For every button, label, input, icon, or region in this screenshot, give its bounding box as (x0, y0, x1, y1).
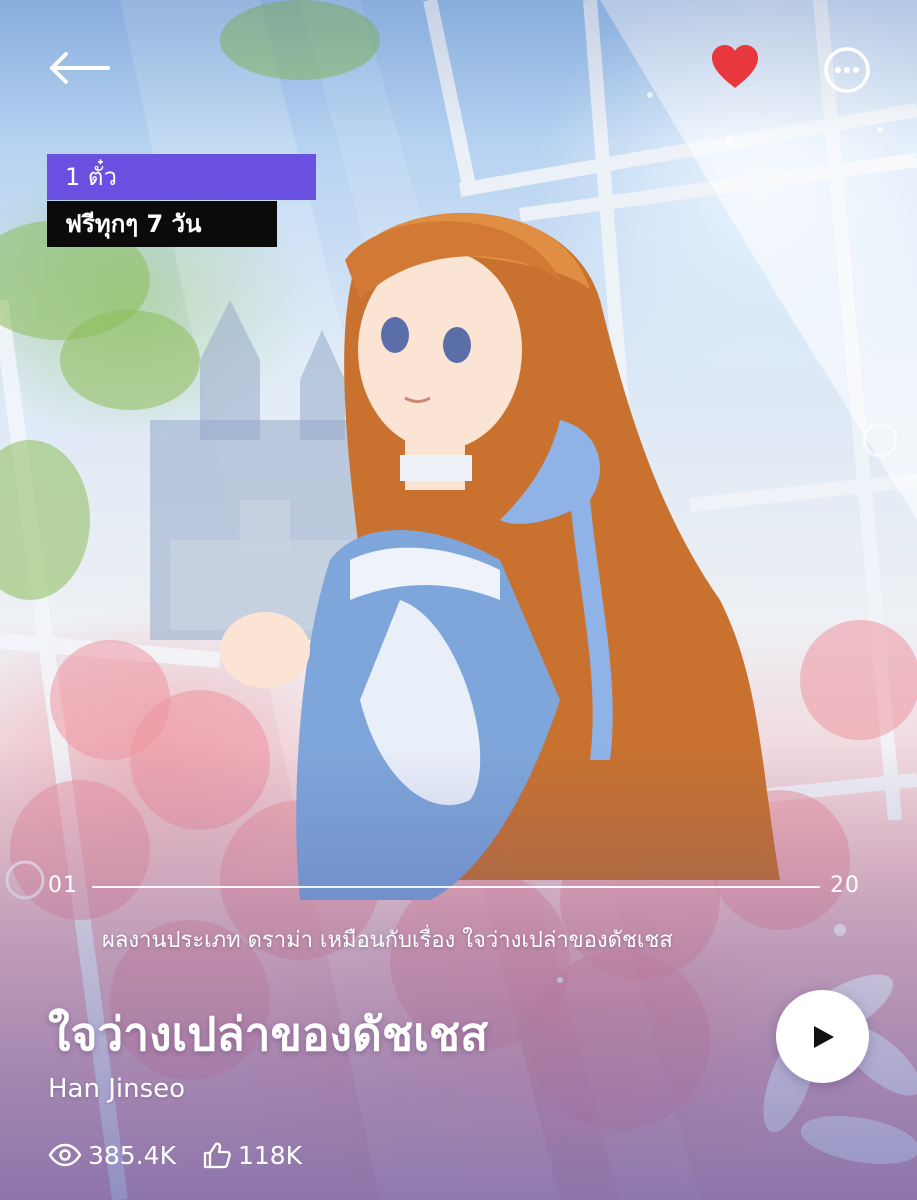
series-description: ผลงานประเภท ดราม่า เหมือนกับเรื่อง ใจว่า… (102, 928, 673, 953)
back-button[interactable] (48, 48, 112, 88)
series-author[interactable]: Han Jinseo (48, 1074, 185, 1104)
views-count: 385.4K (88, 1140, 176, 1170)
episode-end-label: 20 (830, 873, 860, 898)
heart-icon (712, 45, 758, 88)
favorite-button[interactable] (708, 42, 762, 92)
price-badge: 1 ตั๋ว (47, 154, 316, 200)
free-wait-badge: ฟรีทุกๆ 7 วัน (47, 201, 277, 247)
views-stat: 385.4K (48, 1141, 176, 1170)
series-title: ใจว่างเปล่าของดัชเชส (48, 1007, 489, 1061)
episode-range-track[interactable] (92, 886, 820, 888)
eye-icon (48, 1143, 82, 1167)
more-horizontal-icon (824, 47, 870, 93)
more-options-button[interactable] (822, 45, 872, 95)
likes-count: 118K (237, 1140, 303, 1170)
arrow-left-icon (50, 52, 110, 84)
play-icon (813, 1025, 834, 1048)
likes-stat: 118K (202, 1141, 302, 1170)
play-button[interactable] (776, 990, 869, 1083)
episode-start-label: 01 (48, 873, 78, 898)
series-stats: 385.4K 118K (48, 1138, 328, 1172)
thumbs-up-icon (203, 1142, 231, 1169)
